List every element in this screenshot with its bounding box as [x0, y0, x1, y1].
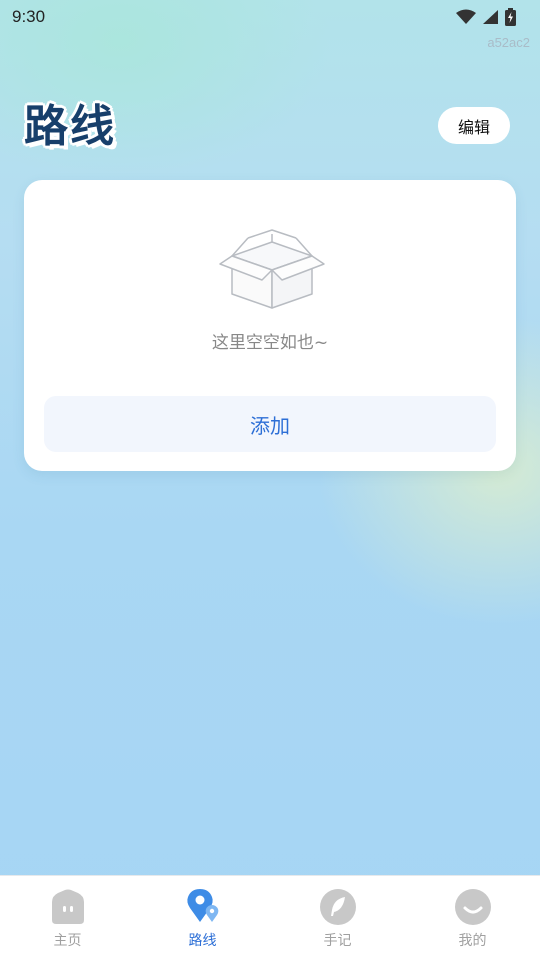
tab-label-route: 路线: [188, 933, 217, 949]
tab-home[interactable]: 主页: [0, 876, 135, 960]
empty-box-icon: [219, 229, 325, 309]
add-button[interactable]: 添加: [44, 396, 496, 452]
status-time: 9:30: [12, 7, 46, 26]
signal-icon: [483, 10, 498, 24]
empty-state-text: 这里空空如也~: [211, 333, 329, 353]
battery-icon: [505, 8, 516, 26]
wifi-icon: [456, 9, 476, 24]
page-title: 路线: [24, 101, 116, 152]
watermark: a52ac2: [487, 35, 530, 50]
profile-smile-icon: [454, 889, 491, 925]
home-icon: [51, 889, 84, 924]
route-pin-icon: [186, 889, 218, 922]
tab-label-profile: 我的: [458, 933, 487, 949]
tab-route[interactable]: 路线: [135, 876, 270, 960]
tab-label-home: 主页: [53, 933, 82, 949]
tab-profile[interactable]: 我的: [405, 876, 540, 960]
edit-button[interactable]: 编辑: [438, 107, 510, 144]
tab-bar: 主页 路线 手记 我的: [0, 875, 540, 960]
tab-label-notes: 手记: [323, 933, 352, 949]
tab-notes[interactable]: 手记: [270, 876, 405, 960]
route-card: 这里空空如也~ 添加: [24, 180, 516, 471]
feather-icon: [319, 889, 356, 925]
status-icons: [456, 8, 528, 26]
status-bar: 9:30: [0, 0, 540, 34]
